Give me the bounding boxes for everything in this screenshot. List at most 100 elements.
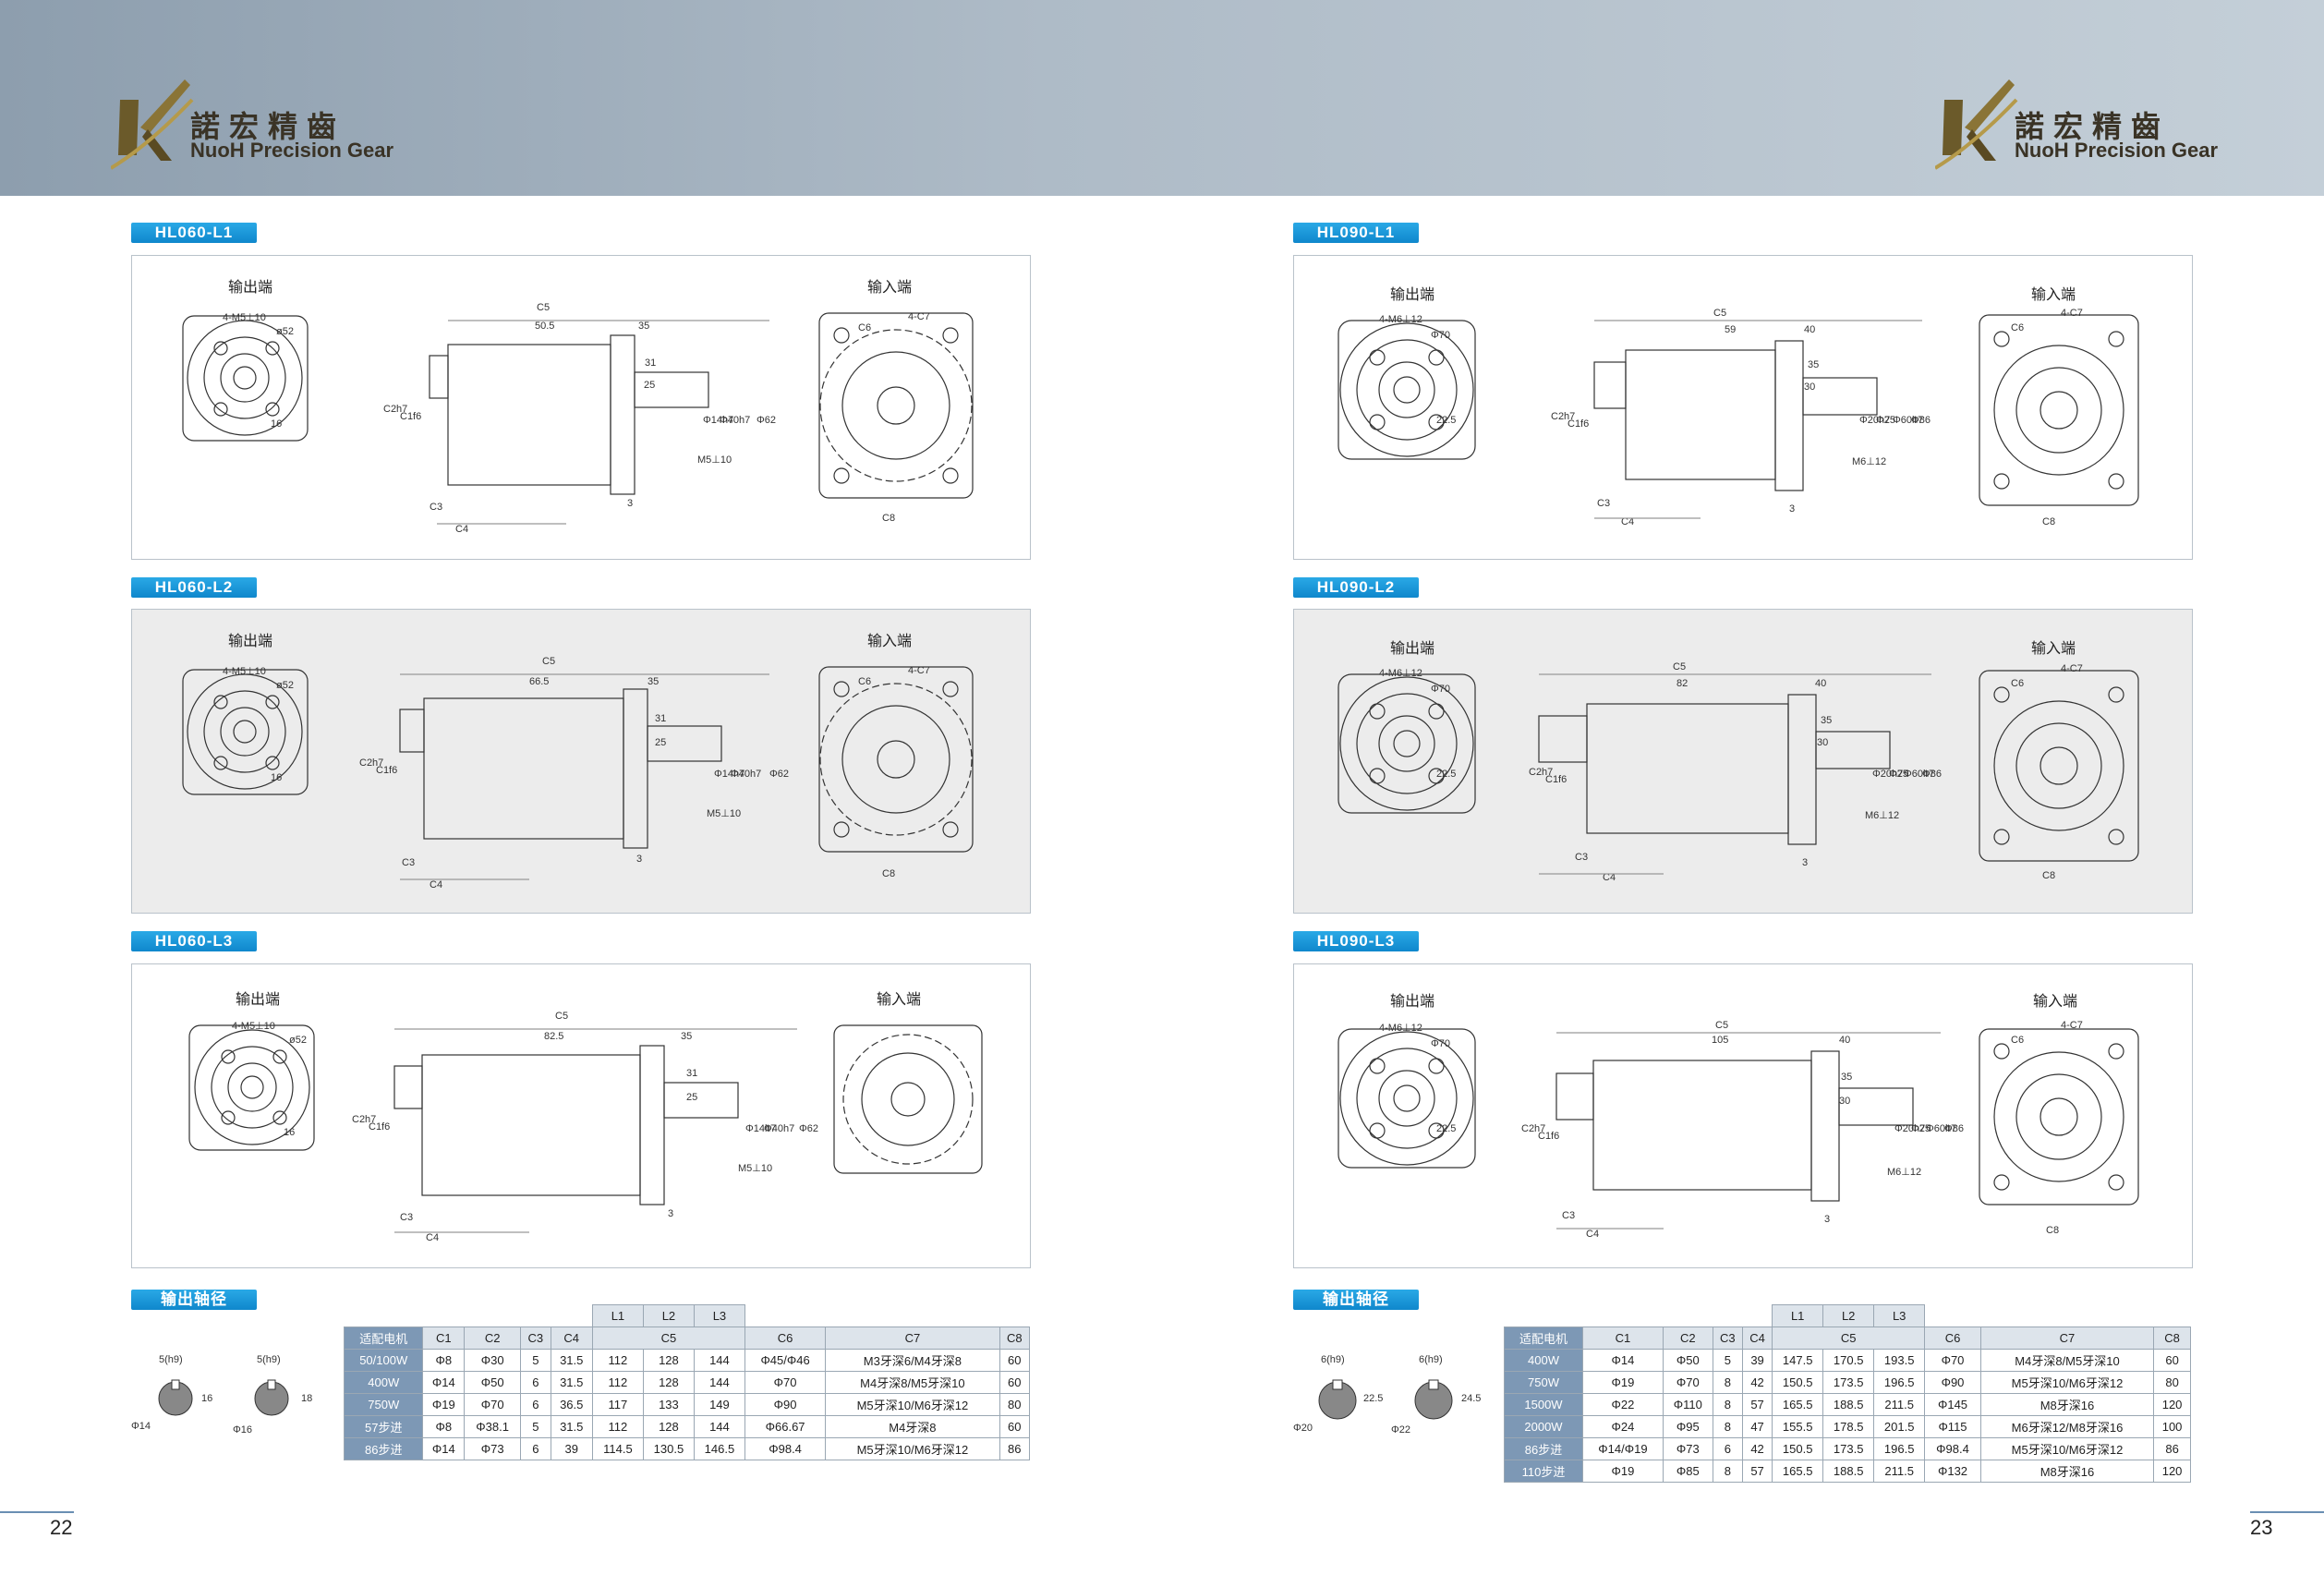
table-cell: 196.5 <box>1873 1437 1926 1460</box>
table-cell: 144 <box>693 1415 745 1438</box>
table-header-cell: C7 <box>825 1327 1000 1350</box>
brand-logo-left: 諾宏精齒 NuoH Precision Gear <box>111 72 406 170</box>
table-header-cell: C6 <box>1924 1327 1981 1350</box>
table-cell: Φ70 <box>464 1393 522 1416</box>
table-cell: 60 <box>999 1349 1031 1372</box>
table-cell: 8 <box>1712 1371 1743 1394</box>
table-cell: 147.5 <box>1772 1349 1824 1372</box>
table-cell: 57 <box>1741 1393 1773 1416</box>
table-cell: 31.5 <box>550 1371 593 1394</box>
table-cell: M4牙深8/M5牙深10 <box>825 1371 1000 1394</box>
table-cell: Φ8 <box>422 1349 466 1372</box>
table-cell: 31.5 <box>550 1349 593 1372</box>
table-cell <box>1505 1305 1773 1327</box>
table-cell: 47 <box>1741 1415 1773 1438</box>
table-cell: Φ85 <box>1662 1460 1713 1483</box>
table-row: 750W Φ19 Φ70 8 42 150.5 173.5 196.5 Φ90 … <box>1504 1371 2191 1394</box>
table-cell: Φ14 <box>422 1437 466 1460</box>
table-cell: 5 <box>520 1349 551 1372</box>
table-header-cell: C4 <box>1741 1327 1773 1350</box>
table-cell: 112 <box>591 1415 644 1438</box>
table-cell: 117 <box>591 1393 644 1416</box>
table-row: 86步进 Φ14 Φ73 6 39 114.5 130.5 146.5 Φ98.… <box>343 1437 1031 1460</box>
table-cell: 170.5 <box>1822 1349 1875 1372</box>
table-cell: 110步进 <box>1504 1460 1583 1483</box>
table-cell: 211.5 <box>1873 1393 1926 1416</box>
table-cell: 178.5 <box>1822 1415 1875 1438</box>
table-cell: 60 <box>999 1371 1031 1394</box>
table-header-cell: C5 <box>591 1327 745 1350</box>
table-cell: M5牙深10/M6牙深12 <box>825 1437 1000 1460</box>
table-cell: 128 <box>642 1415 695 1438</box>
table-cell: M6牙深12/M8牙深16 <box>1979 1415 2155 1438</box>
table-cell: 39 <box>1741 1349 1773 1372</box>
table-header-cell: L1 <box>591 1304 644 1327</box>
table-header-cell: L3 <box>1873 1304 1926 1327</box>
table-cell: Φ70 <box>1662 1371 1713 1394</box>
table-header-cell: C3 <box>1712 1327 1743 1350</box>
table-cell: M5牙深10/M6牙深12 <box>825 1393 1000 1416</box>
table-cell: Φ14 <box>422 1371 466 1394</box>
table-header-cell: C7 <box>1979 1327 2155 1350</box>
table-cell: Φ45/Φ46 <box>744 1349 827 1372</box>
table-cell: 6 <box>1712 1437 1743 1460</box>
table-header-cell: C5 <box>1772 1327 1926 1350</box>
table-row: 86步进 Φ14/Φ19 Φ73 6 42 150.5 173.5 196.5 … <box>1504 1437 2191 1460</box>
shaft-section-figures: 5(h9) 16 Φ14 5(h9) 18 Φ16 <box>131 1339 334 1441</box>
table-cell: 86 <box>2153 1437 2191 1460</box>
gearbox-drawing <box>1338 314 2139 519</box>
table-cell: 188.5 <box>1822 1460 1875 1483</box>
table-cell: M8牙深16 <box>1979 1460 2155 1483</box>
shaft-tag: 输出轴径 <box>131 1290 257 1310</box>
table-cell: 6 <box>520 1371 551 1394</box>
table-cell: Φ22 <box>1582 1393 1664 1416</box>
table-cell: 112 <box>591 1371 644 1394</box>
table-cell: M8牙深16 <box>1979 1393 2155 1416</box>
table-cell: M5牙深10/M6牙深12 <box>1979 1437 2155 1460</box>
table-cell: 173.5 <box>1822 1437 1875 1460</box>
table-cell: 120 <box>2153 1393 2191 1416</box>
table-cell: Φ95 <box>1662 1415 1713 1438</box>
table-cell: 130.5 <box>642 1437 695 1460</box>
table-cell <box>345 1305 593 1327</box>
shaft-a-dia: Φ20 <box>1293 1423 1313 1434</box>
shaft-a-height: 16 <box>201 1393 213 1404</box>
table-row: 适配电机 C1 C2 C3 C4 C5 C6 C7 C8 <box>1504 1327 2191 1350</box>
table-cell: 86步进 <box>343 1437 424 1460</box>
table-cell: 155.5 <box>1772 1415 1824 1438</box>
table-cell: Φ14/Φ19 <box>1582 1437 1664 1460</box>
table-cell <box>744 1305 1029 1327</box>
table-cell: Φ19 <box>1582 1371 1664 1394</box>
table-cell: 100 <box>2153 1415 2191 1438</box>
table-cell: 750W <box>1504 1371 1583 1394</box>
table-cell: 8 <box>1712 1415 1743 1438</box>
shaft-b-dia: Φ22 <box>1391 1424 1411 1436</box>
table-cell: Φ66.67 <box>744 1415 827 1438</box>
gearbox-drawing <box>188 1024 983 1233</box>
table-cell: 42 <box>1741 1371 1773 1394</box>
gearbox-drawing <box>182 666 974 880</box>
table-cell: 150.5 <box>1772 1371 1824 1394</box>
page-rule <box>0 1511 74 1513</box>
table-cell: 57 <box>1741 1460 1773 1483</box>
table-cell: 6 <box>520 1437 551 1460</box>
table-cell: 60 <box>2153 1349 2191 1372</box>
table-cell: 120 <box>2153 1460 2191 1483</box>
shaft-section-figures: 6(h9) 22.5 Φ20 6(h9) 24.5 Φ22 <box>1293 1339 1496 1441</box>
shaft-a-key: 6(h9) <box>1321 1354 1345 1365</box>
table-cell: 80 <box>2153 1371 2191 1394</box>
table-cell: 165.5 <box>1772 1460 1824 1483</box>
table-cell: 146.5 <box>693 1437 745 1460</box>
gearbox-drawing <box>1338 670 2139 875</box>
table-row: 50/100W Φ8 Φ30 5 31.5 112 128 144 Φ45/Φ4… <box>343 1349 1031 1372</box>
logo-mark-icon <box>111 79 194 170</box>
table-cell: 400W <box>1504 1349 1583 1372</box>
table-header-cell: C1 <box>1582 1327 1664 1350</box>
brand-name-en: NuoH Precision Gear <box>2015 139 2219 162</box>
table-cell: 149 <box>693 1393 745 1416</box>
table-cell: 2000W <box>1504 1415 1583 1438</box>
table-cell: 112 <box>591 1349 644 1372</box>
shaft-a-key: 5(h9) <box>159 1354 183 1365</box>
table-header-cell: 适配电机 <box>1504 1327 1583 1350</box>
table-cell: 196.5 <box>1873 1371 1926 1394</box>
